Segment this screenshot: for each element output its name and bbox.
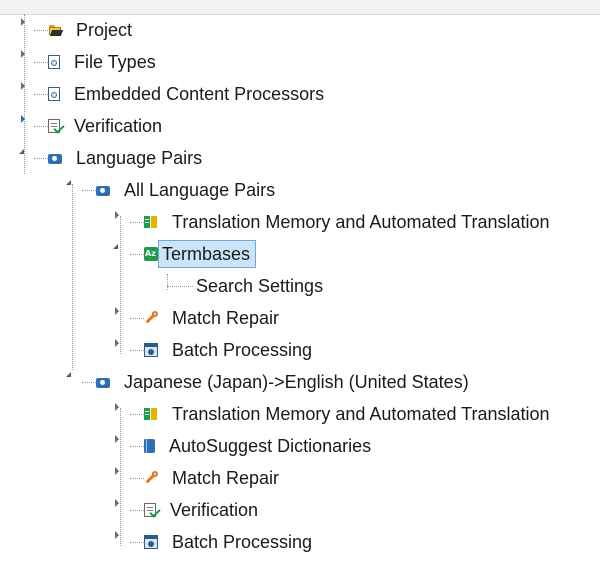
top-bar [0, 0, 600, 15]
tree-item-project[interactable]: Project [48, 14, 138, 46]
tree-item-language-pairs[interactable]: Language Pairs [48, 142, 208, 174]
settings-tree: Project File Types Embedded Content Proc… [0, 14, 600, 576]
expand-toggle[interactable] [115, 467, 119, 475]
tree-connector [82, 382, 96, 383]
expand-toggle[interactable] [115, 499, 119, 507]
tree-connector [130, 510, 144, 511]
tree-item-verification[interactable]: Verification [48, 110, 168, 142]
tree-line [72, 184, 73, 370]
collapse-toggle[interactable] [66, 180, 71, 185]
folder-icon [48, 23, 64, 37]
collapse-toggle[interactable] [113, 244, 118, 249]
tree-connector [130, 542, 144, 543]
expand-toggle[interactable] [115, 435, 119, 443]
verification-icon [48, 119, 65, 134]
tree-item-all-language-pairs[interactable]: All Language Pairs [96, 174, 281, 206]
tree-connector [34, 62, 48, 63]
tree-item-autosuggest-dictionaries[interactable]: AutoSuggest Dictionaries [144, 430, 377, 462]
tree-item-label: Batch Processing [172, 340, 313, 360]
tree-item-verification[interactable]: Verification [144, 494, 264, 526]
tree-connector [130, 254, 144, 255]
tree-item-label: File Types [74, 52, 156, 72]
tree-line [120, 408, 121, 546]
tree-item-embedded-content[interactable]: Embedded Content Processors [48, 78, 330, 110]
tree-item-label: Match Repair [172, 308, 280, 328]
tree-item-search-settings[interactable]: Search Settings [190, 270, 329, 302]
tree-connector [130, 222, 144, 223]
document-settings-icon [48, 87, 60, 101]
expand-toggle[interactable] [21, 82, 25, 90]
tree-item-label: Embedded Content Processors [74, 84, 325, 104]
dictionary-icon [144, 439, 155, 453]
tree-item-translation-memory[interactable]: Translation Memory and Automated Transla… [144, 398, 556, 430]
tree-item-label: Batch Processing [172, 532, 313, 552]
tree-item-label: Translation Memory and Automated Transla… [172, 212, 550, 232]
tree-item-batch-processing[interactable]: Batch Processing [144, 334, 318, 366]
tree-item-file-types[interactable]: File Types [48, 46, 162, 78]
tree-item-label: Language Pairs [76, 148, 203, 168]
expand-toggle[interactable] [115, 339, 119, 347]
translation-memory-icon [144, 215, 158, 229]
tree-connector [34, 126, 48, 127]
tree-item-match-repair[interactable]: Match Repair [144, 302, 285, 334]
tree-item-termbases[interactable]: Az Termbases [144, 238, 257, 270]
expand-toggle[interactable] [115, 307, 119, 315]
tree-item-match-repair[interactable]: Match Repair [144, 462, 285, 494]
tree-item-label: Termbases [158, 240, 257, 268]
tree-item-label: All Language Pairs [124, 180, 276, 200]
tree-item-label: Project [76, 20, 133, 40]
tree-item-label: Search Settings [196, 276, 324, 296]
expand-toggle[interactable] [21, 115, 25, 123]
termbase-icon: Az [144, 247, 158, 261]
tree-connector [82, 190, 96, 191]
tree-item-label: AutoSuggest Dictionaries [169, 436, 372, 456]
expand-toggle[interactable] [21, 18, 25, 26]
collapse-toggle[interactable] [66, 372, 71, 377]
wrench-icon [144, 471, 158, 485]
tree-item-label: Verification [74, 116, 163, 136]
tree-item-label: Japanese (Japan)->English (United States… [124, 372, 469, 392]
tree-line [167, 274, 168, 290]
tree-item-label: Verification [170, 500, 259, 520]
tree-connector [34, 158, 48, 159]
tree-item-ja-en-pair[interactable]: Japanese (Japan)->English (United States… [96, 366, 475, 398]
wrench-icon [144, 311, 158, 325]
tree-connector [130, 350, 144, 351]
tree-connector [130, 478, 144, 479]
collapse-toggle[interactable] [19, 149, 24, 154]
tree-item-batch-processing[interactable]: Batch Processing [144, 526, 318, 558]
tree-connector [130, 446, 144, 447]
expand-toggle[interactable] [115, 403, 119, 411]
batch-processing-icon [144, 343, 158, 357]
language-pair-icon [48, 154, 62, 164]
tree-connector [130, 318, 144, 319]
translation-memory-icon [144, 407, 158, 421]
language-pair-icon [96, 378, 110, 388]
tree-item-label: Match Repair [172, 468, 280, 488]
tree-item-translation-memory[interactable]: Translation Memory and Automated Transla… [144, 206, 556, 238]
language-pair-icon [96, 186, 110, 196]
document-settings-icon [48, 55, 60, 69]
tree-item-label: Translation Memory and Automated Transla… [172, 404, 550, 424]
tree-line [24, 14, 25, 174]
tree-line [120, 216, 121, 354]
batch-processing-icon [144, 535, 158, 549]
expand-toggle[interactable] [21, 50, 25, 58]
tree-connector [34, 30, 48, 31]
verification-icon [144, 503, 161, 518]
tree-connector [130, 414, 144, 415]
expand-toggle[interactable] [115, 531, 119, 539]
tree-connector [34, 94, 48, 95]
expand-toggle[interactable] [115, 211, 119, 219]
